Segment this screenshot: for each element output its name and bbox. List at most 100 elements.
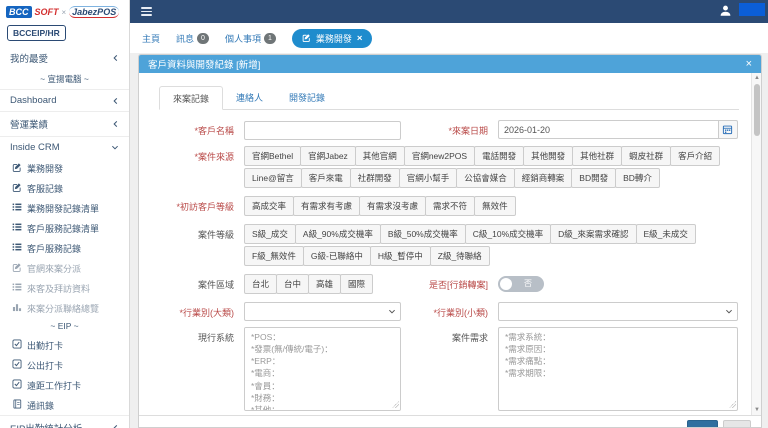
case-region-option-button[interactable]: 高雄 xyxy=(308,273,342,294)
tab-business-dev-active[interactable]: 業務開發 × xyxy=(291,28,373,48)
case-source-option-button[interactable]: 官網new2POS xyxy=(403,145,476,166)
sidebar-item-dispatch-overview[interactable]: 來案分派聯絡總覽 xyxy=(0,298,129,318)
first-visit-grade-options: 高成交率 有需求有考慮 有需求沒考慮 需求不符 無效件 xyxy=(244,195,743,218)
sidebar-item-contacts[interactable]: 通訊錄 xyxy=(0,395,129,415)
case-demand-textarea[interactable] xyxy=(498,326,738,411)
case-source-option-button[interactable]: 其他開發 xyxy=(523,145,574,166)
case-grade-option-button[interactable]: Z級_待聯絡 xyxy=(429,245,490,266)
case-grade-option-button[interactable]: B級_50%成交機率 xyxy=(379,223,466,244)
case-region-option-button[interactable]: 台北 xyxy=(244,273,278,294)
modal-scrollbar[interactable]: ▲ ▼ xyxy=(751,73,761,415)
sidebar-item-service-record[interactable]: 客服記錄 xyxy=(0,178,129,198)
close-tab-icon[interactable]: × xyxy=(357,33,363,44)
sidebar-item-label: 業務開發 xyxy=(27,163,64,174)
marketing-transfer-toggle[interactable]: 否 xyxy=(498,275,544,292)
case-source-label: *案件來源 xyxy=(194,151,234,162)
first-visit-grade-option-button[interactable]: 有需求沒考慮 xyxy=(359,195,427,216)
case-grade-option-button[interactable]: G級-已聯絡中 xyxy=(302,245,371,266)
current-system-textarea[interactable] xyxy=(244,326,401,411)
scroll-down-icon[interactable]: ▼ xyxy=(752,406,761,414)
case-source-option-button[interactable]: 蝦皮社群 xyxy=(621,145,672,166)
tab-personal-items[interactable]: 個人事項 1 xyxy=(225,32,276,45)
sidebar-item-customer-service-list[interactable]: 客戶服務記錄清單 xyxy=(0,218,129,238)
modal-footer xyxy=(139,415,761,427)
tab-home[interactable]: 主頁 xyxy=(142,32,160,45)
brand-product: JabezPOS xyxy=(69,6,120,18)
case-grade-option-button[interactable]: S級_成交 xyxy=(244,223,296,244)
user-icon[interactable] xyxy=(719,4,732,22)
case-grade-label: 案件等級 xyxy=(197,229,234,240)
case-grade-option-button[interactable]: F級_無效件 xyxy=(244,245,304,266)
sidebar-item-business-dev-list[interactable]: 業務開發記錄清單 xyxy=(0,198,129,218)
sidebar-group-eip-attendance-stats[interactable]: EIP出勤統計分析 xyxy=(0,415,129,428)
modal-body: 來案記錄 連絡人 開發記錄 *客戶名稱 *來案日期 *案件來源 xyxy=(139,73,761,415)
case-source-option-button[interactable]: 官網Bethel xyxy=(244,145,302,166)
case-date-input[interactable] xyxy=(498,120,719,139)
messages-count-badge: 0 xyxy=(197,32,209,44)
save-button[interactable] xyxy=(687,420,718,427)
sidebar-group-favorites[interactable]: 我的最愛 xyxy=(0,46,129,70)
workspace-badge[interactable]: BCCEIP/HR xyxy=(7,25,66,41)
sidebar-item-customer-service[interactable]: 客戶服務記錄 xyxy=(0,238,129,258)
case-source-option-button[interactable]: BD轉介 xyxy=(615,167,660,188)
sidebar-item-business-dev[interactable]: 業務開發 xyxy=(0,158,129,178)
tab-incoming-record[interactable]: 來案記錄 xyxy=(159,86,224,110)
sidebar-group-inside-crm[interactable]: Inside CRM xyxy=(0,136,129,158)
cancel-button[interactable] xyxy=(723,420,751,427)
sidebar-group-sales[interactable]: 營運業績 xyxy=(0,111,129,136)
case-source-option-button[interactable]: 其他社群 xyxy=(572,145,623,166)
customer-name-input[interactable] xyxy=(244,120,401,140)
case-source-option-button[interactable]: Line@留言 xyxy=(244,167,302,188)
case-region-option-button[interactable]: 國際 xyxy=(340,273,374,294)
sidebar-item-visit-data[interactable]: 來客及拜訪資料 xyxy=(0,278,129,298)
case-region-label: 案件區域 xyxy=(197,279,234,290)
brand-separator: × xyxy=(61,7,67,17)
toggle-knob xyxy=(500,277,512,290)
case-grade-option-button[interactable]: D級_來案需求確認 xyxy=(550,223,637,244)
sidebar-group-dashboard[interactable]: Dashboard xyxy=(0,89,129,111)
sidebar-item-label: 來案分派聯絡總覽 xyxy=(27,303,100,314)
form-row: *案件來源 官網Bethel 官網Jabez 其他官網 官網new2POS 電話開發 其他… xyxy=(145,145,743,190)
sidebar-item-outside-clock-in[interactable]: 公出打卡 xyxy=(0,355,129,375)
sidebar-item-web-case-dispatch[interactable]: 官網來案分派 xyxy=(0,258,129,278)
form-row: 現行系統 案件需求 xyxy=(145,326,743,411)
case-grade-options: S級_成交 A級_90%成交機率 B級_50%成交機率 C級_10%成交機率 D級_來案… xyxy=(244,223,743,268)
industry-major-select[interactable] xyxy=(244,301,401,321)
form-row: 案件等級 S級_成交 A級_90%成交機率 B級_50%成交機率 C級_10%成交機率… xyxy=(145,223,743,268)
scroll-up-icon[interactable]: ▲ xyxy=(752,74,761,82)
case-source-option-button[interactable]: 客戶來電 xyxy=(300,167,351,188)
case-source-option-button[interactable]: 經銷商轉案 xyxy=(513,167,573,188)
case-source-option-button[interactable]: 官網Jabez xyxy=(300,145,356,166)
sidebar-item-remote-clock-in[interactable]: 遠距工作打卡 xyxy=(0,375,129,395)
close-modal-icon[interactable]: × xyxy=(746,58,752,70)
case-grade-option-button[interactable]: E級_未成交 xyxy=(635,223,696,244)
case-source-option-button[interactable]: BD開發 xyxy=(571,167,617,188)
case-grade-option-button[interactable]: H級_暫停中 xyxy=(369,245,431,266)
case-source-option-button[interactable]: 客戶介紹 xyxy=(670,145,721,166)
sidebar-item-clock-in[interactable]: 出勤打卡 xyxy=(0,335,129,355)
first-visit-grade-option-button[interactable]: 高成交率 xyxy=(244,195,295,216)
menu-toggle-icon[interactable] xyxy=(141,7,152,18)
scrollbar-thumb[interactable] xyxy=(753,84,760,136)
calendar-icon[interactable] xyxy=(718,120,738,139)
first-visit-grade-option-button[interactable]: 需求不符 xyxy=(425,195,476,216)
first-visit-grade-option-button[interactable]: 有需求有考慮 xyxy=(293,195,361,216)
top-navbar xyxy=(130,0,768,23)
case-source-option-button[interactable]: 社群開發 xyxy=(349,167,400,188)
case-grade-option-button[interactable]: C級_10%成交機率 xyxy=(464,223,552,244)
navbar-accent-button[interactable] xyxy=(739,3,765,16)
list-icon xyxy=(12,282,22,294)
sidebar-item-label: 遠距工作打卡 xyxy=(27,380,82,391)
first-visit-grade-option-button[interactable]: 無效件 xyxy=(474,195,516,216)
case-source-option-button[interactable]: 其他官網 xyxy=(354,145,405,166)
tab-messages[interactable]: 訊息 0 xyxy=(176,32,209,45)
tab-dev-record[interactable]: 開發記錄 xyxy=(276,86,338,110)
industry-minor-select[interactable] xyxy=(498,301,738,321)
case-source-option-button[interactable]: 公協會媒合 xyxy=(456,167,515,188)
case-source-option-button[interactable]: 電話開發 xyxy=(474,145,525,166)
case-source-option-button[interactable]: 官網小幫手 xyxy=(398,167,458,188)
case-grade-option-button[interactable]: A級_90%成交機率 xyxy=(294,223,381,244)
brand-logo: BCC SOFT × JabezPOS xyxy=(0,0,129,22)
tab-contact-person[interactable]: 連絡人 xyxy=(223,86,276,110)
case-region-option-button[interactable]: 台中 xyxy=(276,273,310,294)
